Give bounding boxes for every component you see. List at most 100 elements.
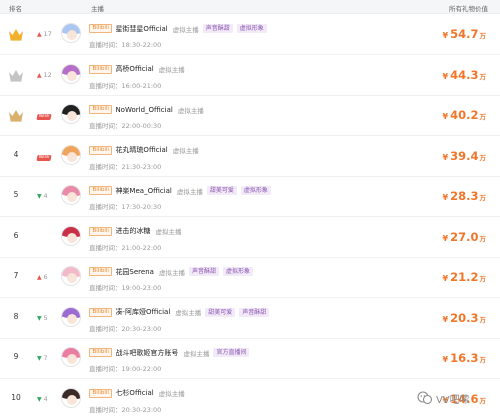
rank-trend: ▲ 17	[37, 30, 52, 38]
avatar[interactable]	[61, 185, 81, 205]
gift-unit: 万	[479, 32, 487, 40]
crown-bronze-icon	[8, 109, 24, 123]
gift-unit: 万	[479, 194, 487, 202]
rank-number: 8	[13, 311, 19, 321]
avatar[interactable]	[61, 347, 81, 367]
gift-unit: 万	[479, 72, 487, 81]
anchor-name[interactable]: NoWorld_Official	[115, 106, 172, 114]
stream-time-label: 直播时间：	[89, 122, 122, 130]
trend-change: 17	[43, 30, 52, 38]
ranking-row[interactable]: 7 ▲ 6 Bilibili 花园Serena 虚拟主播 声音酥甜 虚拟形象 直播时间：19:…	[0, 257, 500, 298]
anchor-name[interactable]: 高桥Official	[115, 64, 153, 74]
stream-time-value: 21:30-23:00	[121, 162, 162, 171]
stream-time-label: 直播时间：	[89, 324, 122, 333]
ranking-row[interactable]: ▲ 12 Bilibili 高桥Official 虚拟主播 直播时间：16:00-21:…	[0, 55, 500, 96]
rank-number: 9	[13, 352, 19, 361]
anchor-category: 虚拟主播	[172, 25, 199, 34]
currency-symbol: ¥	[442, 233, 449, 243]
gift-unit: 万	[479, 315, 487, 324]
table-header: 排名 主播 所有礼物价值	[0, 0, 500, 14]
gift-value-column-header[interactable]: 所有礼物价值	[449, 3, 488, 13]
anchor-info: Bilibili 神楽Mea_Official 虚拟主播 甜美可爱 虚拟形象	[89, 185, 275, 196]
gift-value: ¥20.3万	[443, 311, 486, 325]
anchor-info: Bilibili 花丸晴琉Official 虚拟主播	[89, 145, 203, 156]
avatar[interactable]	[61, 225, 81, 246]
rank-trend: ▼ 5	[37, 314, 48, 322]
gift-value: ¥40.2万	[443, 108, 486, 122]
anchor-info: Bilibili 七杉Official 虚拟主播	[89, 388, 189, 399]
gift-value: ¥27.0万	[443, 230, 486, 244]
avatar[interactable]	[61, 23, 81, 43]
ranking-row[interactable]: 8 ▼ 5 Bilibili 凑-阿库娅Official 虚拟主播 甜美可爱 声音酥甜 直播时…	[0, 298, 500, 339]
anchor-info: Bilibili 花园Serena 虚拟主播 声音酥甜 虚拟形象	[89, 266, 257, 277]
new-badge: NEW	[36, 154, 52, 161]
anchor-name[interactable]: 神楽Mea_Official	[115, 186, 171, 196]
platform-badge: Bilibili	[89, 64, 113, 74]
gift-unit: 万	[479, 356, 487, 364]
ranking-row[interactable]: NEW Bilibili NoWorld_Official 虚拟主播 直播时间：22:0…	[0, 95, 500, 136]
ranking-row[interactable]: 5 ▼ 4 Bilibili 神楽Mea_Official 虚拟主播 甜美可爱 虚拟形象 直播…	[0, 176, 500, 217]
anchor-info: Bilibili 凑-阿库娅Official 虚拟主播 甜美可爱 声音酥甜	[89, 307, 273, 318]
anchor-category: 虚拟主播	[158, 268, 185, 277]
rank-trend: ▲ 12	[37, 71, 52, 79]
ranking-row[interactable]: 9 ▼ 7 Bilibili 战斗吧歌姬官方账号 虚拟主播 官方直播间 直播时间：19:00…	[0, 338, 500, 379]
anchor-tag: 声音酥甜	[202, 24, 233, 33]
ranking-row[interactable]: 4 NEW Bilibili 花丸晴琉Official 虚拟主播 直播时间：21:30-2…	[0, 136, 500, 177]
gift-amount: 44.3	[450, 67, 479, 82]
currency-symbol: ¥	[442, 314, 449, 324]
rank-trend: ▼ 7	[37, 354, 48, 362]
anchor-info: Bilibili 战斗吧歌姬官方账号 虚拟主播 官方直播间	[89, 347, 253, 358]
gift-unit: 万	[479, 113, 487, 121]
anchor-category: 虚拟主播	[175, 309, 202, 317]
anchor-name[interactable]: 花丸晴琉Official	[115, 145, 167, 155]
ranking-row[interactable]: 6 Bilibili 进击的冰糖 虚拟主播 直播时间：21:00-22:00 ¥27.0万	[0, 217, 500, 258]
anchor-tag: 虚拟形象	[236, 24, 267, 33]
anchor-name[interactable]: 七杉Official	[115, 388, 153, 398]
stream-time-label: 直播时间：	[89, 203, 122, 211]
wechat-icon	[417, 391, 433, 405]
rank-number: 7	[13, 271, 19, 280]
stream-time-value: 20:30-23:00	[121, 324, 162, 333]
stream-time-value: 17:30-20:30	[121, 203, 162, 211]
anchor-name[interactable]: 进击的冰糖	[115, 226, 150, 236]
gift-amount: 40.2	[450, 108, 479, 122]
stream-time: 直播时间：19:00-22:00	[89, 363, 161, 373]
stream-time-value: 18:30-22:00	[121, 41, 162, 49]
gift-value: ¥39.4万	[443, 149, 486, 163]
anchor-category: 虚拟主播	[158, 390, 185, 398]
platform-badge: Bilibili	[89, 24, 113, 33]
anchor-column-header: 主播	[91, 5, 104, 13]
avatar[interactable]	[61, 387, 81, 408]
platform-badge: Bilibili	[89, 348, 113, 357]
avatar[interactable]	[61, 144, 81, 165]
stream-time-value: 19:00-22:00	[121, 365, 162, 373]
stream-time-label: 直播时间：	[89, 284, 122, 292]
ranking-row[interactable]: ▲ 17 Bilibili 星街彗星Official 虚拟主播 声音酥甜 虚拟形象 直播时间…	[0, 14, 500, 55]
platform-badge: Bilibili	[89, 105, 113, 114]
rank-number: 10	[11, 392, 21, 402]
avatar[interactable]	[61, 266, 81, 286]
anchor-name[interactable]: 星街彗星Official	[115, 24, 167, 34]
rank-number: 4	[13, 149, 19, 159]
currency-symbol: ¥	[442, 31, 449, 40]
gift-value: ¥16.3万	[443, 351, 486, 365]
trend-change: 12	[43, 70, 52, 79]
anchor-name[interactable]: 凑-阿库娅Official	[115, 307, 170, 317]
stream-time-label: 直播时间：	[89, 162, 122, 171]
anchor-name[interactable]: 战斗吧歌姬官方账号	[115, 348, 178, 358]
stream-time: 直播时间：21:30-23:00	[89, 161, 161, 171]
rank-trend: NEW	[36, 111, 52, 120]
stream-time: 直播时间：16:00-21:00	[89, 80, 161, 90]
avatar[interactable]	[61, 306, 81, 327]
stream-time-label: 直播时间：	[89, 243, 122, 252]
gift-value: ¥54.7万	[443, 27, 486, 41]
anchor-name[interactable]: 花园Serena	[115, 267, 154, 277]
avatar[interactable]	[61, 104, 81, 124]
avatar[interactable]	[61, 63, 81, 84]
stream-time: 直播时间：17:30-20:30	[89, 201, 161, 211]
anchor-info: Bilibili 高桥Official 虚拟主播	[89, 64, 189, 75]
anchor-info: Bilibili 星街彗星Official 虚拟主播 声音酥甜 虚拟形象	[89, 23, 271, 34]
anchor-tag: 官方直播间	[213, 348, 250, 357]
currency-symbol: ¥	[442, 274, 449, 283]
currency-symbol: ¥	[442, 152, 449, 162]
